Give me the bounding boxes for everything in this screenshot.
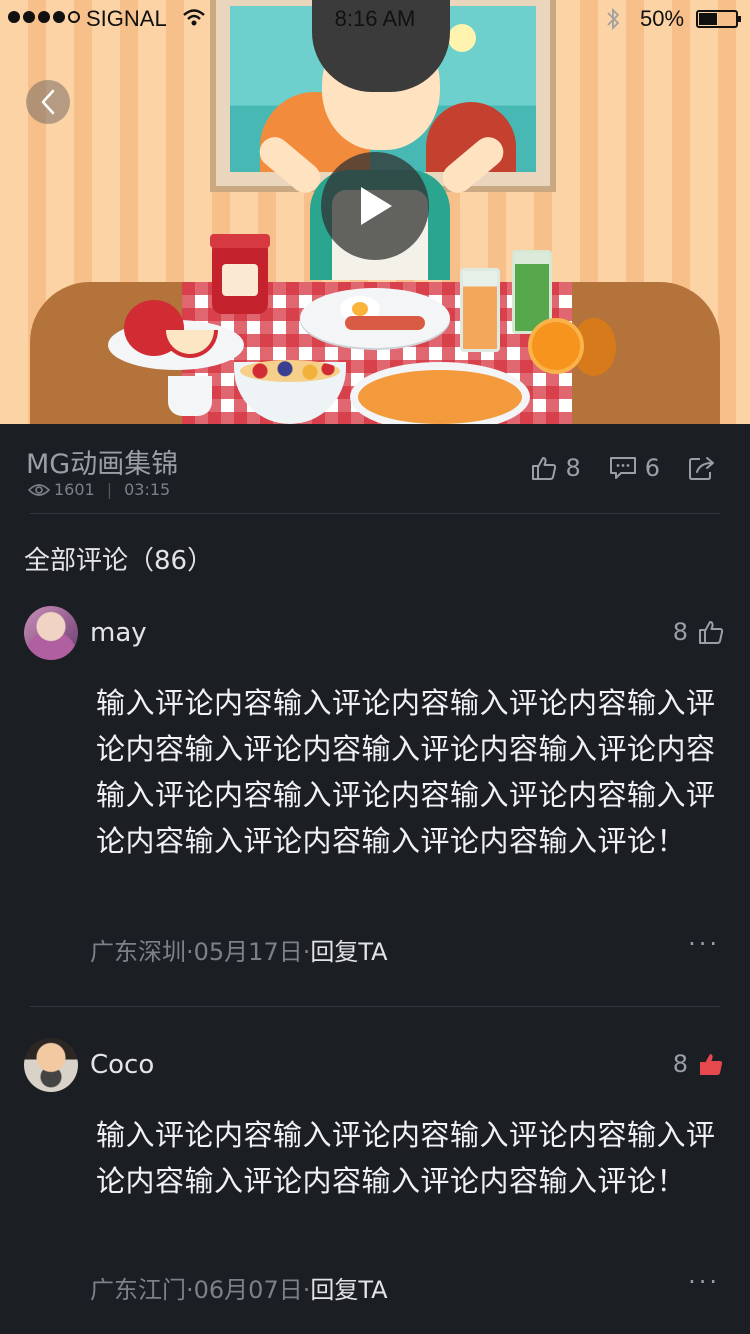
- comment-like-button[interactable]: 8: [673, 1050, 724, 1078]
- play-icon: [361, 187, 392, 225]
- comment-date: 06月07日: [193, 1276, 303, 1304]
- comment-location: 广东深圳: [90, 938, 186, 966]
- comment-text: 输入评论内容输入评论内容输入评论内容输入评论内容输入评论内容输入评论内容输入评论…: [96, 686, 716, 858]
- reply-button[interactable]: 回复TA: [310, 1276, 387, 1304]
- clock: 8:16 AM: [334, 6, 416, 31]
- battery-percentage: 50%: [640, 6, 685, 31]
- more-options-button[interactable]: ···: [688, 1268, 720, 1296]
- like-button[interactable]: 8: [531, 454, 581, 482]
- thumbs-up-icon: [532, 457, 557, 480]
- comment-footer: 广东深圳·05月17日·回复TA: [90, 938, 388, 966]
- orange: [528, 318, 584, 374]
- view-count: 1601: [54, 480, 95, 499]
- comment-username[interactable]: may: [90, 618, 147, 648]
- comment-username[interactable]: Coco: [90, 1050, 154, 1080]
- comment-icon: [609, 457, 636, 479]
- share-button[interactable]: [688, 455, 716, 481]
- video-meta: 1601 | 03:15: [28, 480, 170, 499]
- video-player[interactable]: [0, 0, 750, 424]
- jam-jar: [210, 234, 270, 314]
- battery-icon: [696, 10, 741, 28]
- comments-heading: 全部评论（86）: [24, 546, 214, 576]
- juice-glass: [460, 268, 500, 352]
- avatar[interactable]: [24, 1038, 78, 1092]
- thumbs-up-filled-icon: [700, 1054, 723, 1075]
- video-comment-count: 6: [644, 454, 660, 482]
- reply-button[interactable]: 回复TA: [310, 938, 387, 966]
- share-icon: [689, 457, 714, 480]
- back-button[interactable]: [26, 80, 70, 124]
- status-bar: SIGNAL 8:16 AM 50%: [0, 0, 750, 40]
- coffee-cup: [168, 376, 212, 416]
- chevron-left-icon: [41, 89, 55, 115]
- comment-like-button[interactable]: 8: [673, 618, 724, 646]
- video-info: MG动画集锦 1601 | 03:15 8 6: [0, 424, 750, 514]
- comment-date: 05月17日: [193, 938, 303, 966]
- comment-like-count: 8: [672, 618, 688, 646]
- comment-text: 输入评论内容输入评论内容输入评论内容输入评论内容输入评论内容输入评论内容输入评论…: [96, 1118, 716, 1198]
- bluetooth-icon: [606, 6, 620, 38]
- comment-location: 广东江门: [90, 1276, 186, 1304]
- video-duration: 03:15: [124, 480, 171, 499]
- avatar[interactable]: [24, 606, 78, 660]
- comment-like-count: 8: [672, 1050, 688, 1078]
- more-options-button[interactable]: ···: [688, 930, 720, 958]
- video-actions: 8 6: [503, 454, 716, 482]
- video-title: MG动画集锦: [26, 449, 179, 480]
- play-button[interactable]: [321, 152, 429, 260]
- comment-button[interactable]: 6: [609, 454, 660, 482]
- comment-footer: 广东江门·06月07日·回复TA: [90, 1276, 388, 1304]
- eye-icon: [28, 483, 50, 496]
- meta-separator: |: [106, 480, 113, 499]
- pizza: [350, 362, 530, 424]
- divider: [30, 1006, 720, 1007]
- video-like-count: 8: [565, 454, 581, 482]
- divider: [30, 513, 720, 514]
- thumbs-up-icon: [699, 621, 724, 644]
